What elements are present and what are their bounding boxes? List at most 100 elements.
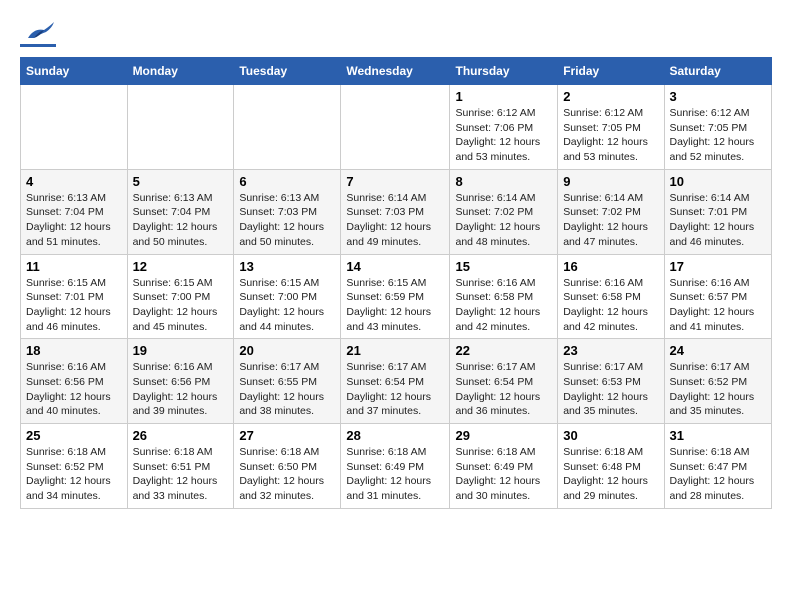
day-number: 10 (670, 174, 767, 189)
day-number: 31 (670, 428, 767, 443)
cell-content: Sunrise: 6:18 AM Sunset: 6:47 PM Dayligh… (670, 445, 767, 504)
calendar-cell: 3 Sunrise: 6:12 AM Sunset: 7:05 PM Daylig… (664, 85, 772, 170)
cell-content: Sunrise: 6:15 AM Sunset: 7:00 PM Dayligh… (133, 276, 229, 335)
cell-content: Sunrise: 6:17 AM Sunset: 6:54 PM Dayligh… (455, 360, 552, 419)
day-number: 23 (563, 343, 658, 358)
cell-content: Sunrise: 6:17 AM Sunset: 6:55 PM Dayligh… (239, 360, 335, 419)
cell-content: Sunrise: 6:14 AM Sunset: 7:03 PM Dayligh… (346, 191, 444, 250)
cell-content: Sunrise: 6:16 AM Sunset: 6:58 PM Dayligh… (563, 276, 658, 335)
day-number: 14 (346, 259, 444, 274)
logo-underline (20, 44, 56, 47)
calendar-cell: 19 Sunrise: 6:16 AM Sunset: 6:56 PM Dayli… (127, 339, 234, 424)
header-saturday: Saturday (664, 58, 772, 85)
calendar-cell: 20 Sunrise: 6:17 AM Sunset: 6:55 PM Dayli… (234, 339, 341, 424)
day-number: 17 (670, 259, 767, 274)
day-number: 7 (346, 174, 444, 189)
cell-content: Sunrise: 6:16 AM Sunset: 6:58 PM Dayligh… (455, 276, 552, 335)
day-number: 16 (563, 259, 658, 274)
calendar-cell: 6 Sunrise: 6:13 AM Sunset: 7:03 PM Daylig… (234, 169, 341, 254)
day-number: 22 (455, 343, 552, 358)
cell-content: Sunrise: 6:13 AM Sunset: 7:04 PM Dayligh… (26, 191, 122, 250)
cell-content: Sunrise: 6:18 AM Sunset: 6:48 PM Dayligh… (563, 445, 658, 504)
cell-content: Sunrise: 6:16 AM Sunset: 6:56 PM Dayligh… (26, 360, 122, 419)
calendar-cell: 4 Sunrise: 6:13 AM Sunset: 7:04 PM Daylig… (21, 169, 128, 254)
day-number: 25 (26, 428, 122, 443)
calendar-cell (21, 85, 128, 170)
cell-content: Sunrise: 6:15 AM Sunset: 6:59 PM Dayligh… (346, 276, 444, 335)
header-sunday: Sunday (21, 58, 128, 85)
cell-content: Sunrise: 6:14 AM Sunset: 7:02 PM Dayligh… (563, 191, 658, 250)
header-friday: Friday (558, 58, 664, 85)
bird-icon (24, 20, 56, 42)
header-wednesday: Wednesday (341, 58, 450, 85)
header-monday: Monday (127, 58, 234, 85)
header-tuesday: Tuesday (234, 58, 341, 85)
calendar-cell: 26Sunrise: 6:18 AM Sunset: 6:51 PM Dayli… (127, 424, 234, 509)
day-number: 4 (26, 174, 122, 189)
calendar-cell (341, 85, 450, 170)
day-number: 20 (239, 343, 335, 358)
week-row-4: 18 Sunrise: 6:16 AM Sunset: 6:56 PM Dayli… (21, 339, 772, 424)
calendar-cell: 14 Sunrise: 6:15 AM Sunset: 6:59 PM Dayli… (341, 254, 450, 339)
day-number: 15 (455, 259, 552, 274)
cell-content: Sunrise: 6:18 AM Sunset: 6:52 PM Dayligh… (26, 445, 122, 504)
week-row-3: 11Sunrise: 6:15 AM Sunset: 7:01 PM Dayli… (21, 254, 772, 339)
week-row-1: 1 Sunrise: 6:12 AM Sunset: 7:06 PM Daylig… (21, 85, 772, 170)
cell-content: Sunrise: 6:16 AM Sunset: 6:56 PM Dayligh… (133, 360, 229, 419)
calendar-cell: 15 Sunrise: 6:16 AM Sunset: 6:58 PM Dayli… (450, 254, 558, 339)
calendar-cell (127, 85, 234, 170)
cell-content: Sunrise: 6:18 AM Sunset: 6:49 PM Dayligh… (455, 445, 552, 504)
cell-content: Sunrise: 6:13 AM Sunset: 7:03 PM Dayligh… (239, 191, 335, 250)
calendar-cell: 31 Sunrise: 6:18 AM Sunset: 6:47 PM Dayli… (664, 424, 772, 509)
cell-content: Sunrise: 6:16 AM Sunset: 6:57 PM Dayligh… (670, 276, 767, 335)
day-number: 30 (563, 428, 658, 443)
cell-content: Sunrise: 6:14 AM Sunset: 7:01 PM Dayligh… (670, 191, 767, 250)
header-thursday: Thursday (450, 58, 558, 85)
day-number: 2 (563, 89, 658, 104)
day-number: 12 (133, 259, 229, 274)
week-row-5: 25 Sunrise: 6:18 AM Sunset: 6:52 PM Dayli… (21, 424, 772, 509)
cell-content: Sunrise: 6:18 AM Sunset: 6:50 PM Dayligh… (239, 445, 335, 504)
day-number: 13 (239, 259, 335, 274)
day-number: 21 (346, 343, 444, 358)
cell-content: Sunrise: 6:17 AM Sunset: 6:52 PM Dayligh… (670, 360, 767, 419)
day-number: 6 (239, 174, 335, 189)
calendar-cell: 18 Sunrise: 6:16 AM Sunset: 6:56 PM Dayli… (21, 339, 128, 424)
calendar-cell: 17 Sunrise: 6:16 AM Sunset: 6:57 PM Dayli… (664, 254, 772, 339)
calendar-cell: 13 Sunrise: 6:15 AM Sunset: 7:00 PM Dayli… (234, 254, 341, 339)
page-header (20, 20, 772, 47)
day-number: 28 (346, 428, 444, 443)
calendar-cell: 10 Sunrise: 6:14 AM Sunset: 7:01 PM Dayli… (664, 169, 772, 254)
cell-content: Sunrise: 6:12 AM Sunset: 7:06 PM Dayligh… (455, 106, 552, 165)
calendar-cell: 12 Sunrise: 6:15 AM Sunset: 7:00 PM Dayli… (127, 254, 234, 339)
calendar-cell: 9 Sunrise: 6:14 AM Sunset: 7:02 PM Daylig… (558, 169, 664, 254)
cell-content: Sunrise: 6:12 AM Sunset: 7:05 PM Dayligh… (670, 106, 767, 165)
calendar-table: SundayMondayTuesdayWednesdayThursdayFrid… (20, 57, 772, 509)
calendar-cell: 8Sunrise: 6:14 AM Sunset: 7:02 PM Daylig… (450, 169, 558, 254)
day-number: 1 (455, 89, 552, 104)
calendar-cell: 28 Sunrise: 6:18 AM Sunset: 6:49 PM Dayli… (341, 424, 450, 509)
cell-content: Sunrise: 6:13 AM Sunset: 7:04 PM Dayligh… (133, 191, 229, 250)
day-number: 3 (670, 89, 767, 104)
day-number: 19 (133, 343, 229, 358)
day-number: 24 (670, 343, 767, 358)
calendar-cell: 30 Sunrise: 6:18 AM Sunset: 6:48 PM Dayli… (558, 424, 664, 509)
day-number: 29 (455, 428, 552, 443)
calendar-cell: 29 Sunrise: 6:18 AM Sunset: 6:49 PM Dayli… (450, 424, 558, 509)
calendar-cell: 22 Sunrise: 6:17 AM Sunset: 6:54 PM Dayli… (450, 339, 558, 424)
cell-content: Sunrise: 6:17 AM Sunset: 6:53 PM Dayligh… (563, 360, 658, 419)
calendar-cell (234, 85, 341, 170)
cell-content: Sunrise: 6:15 AM Sunset: 7:00 PM Dayligh… (239, 276, 335, 335)
calendar-cell: 25 Sunrise: 6:18 AM Sunset: 6:52 PM Dayli… (21, 424, 128, 509)
cell-content: Sunrise: 6:17 AM Sunset: 6:54 PM Dayligh… (346, 360, 444, 419)
calendar-cell: 2Sunrise: 6:12 AM Sunset: 7:05 PM Daylig… (558, 85, 664, 170)
cell-content: Sunrise: 6:18 AM Sunset: 6:49 PM Dayligh… (346, 445, 444, 504)
calendar-cell: 1 Sunrise: 6:12 AM Sunset: 7:06 PM Daylig… (450, 85, 558, 170)
day-number: 18 (26, 343, 122, 358)
day-number: 27 (239, 428, 335, 443)
day-number: 8 (455, 174, 552, 189)
day-number: 9 (563, 174, 658, 189)
calendar-cell: 24 Sunrise: 6:17 AM Sunset: 6:52 PM Dayli… (664, 339, 772, 424)
calendar-cell: 16 Sunrise: 6:16 AM Sunset: 6:58 PM Dayli… (558, 254, 664, 339)
cell-content: Sunrise: 6:15 AM Sunset: 7:01 PM Dayligh… (26, 276, 122, 335)
